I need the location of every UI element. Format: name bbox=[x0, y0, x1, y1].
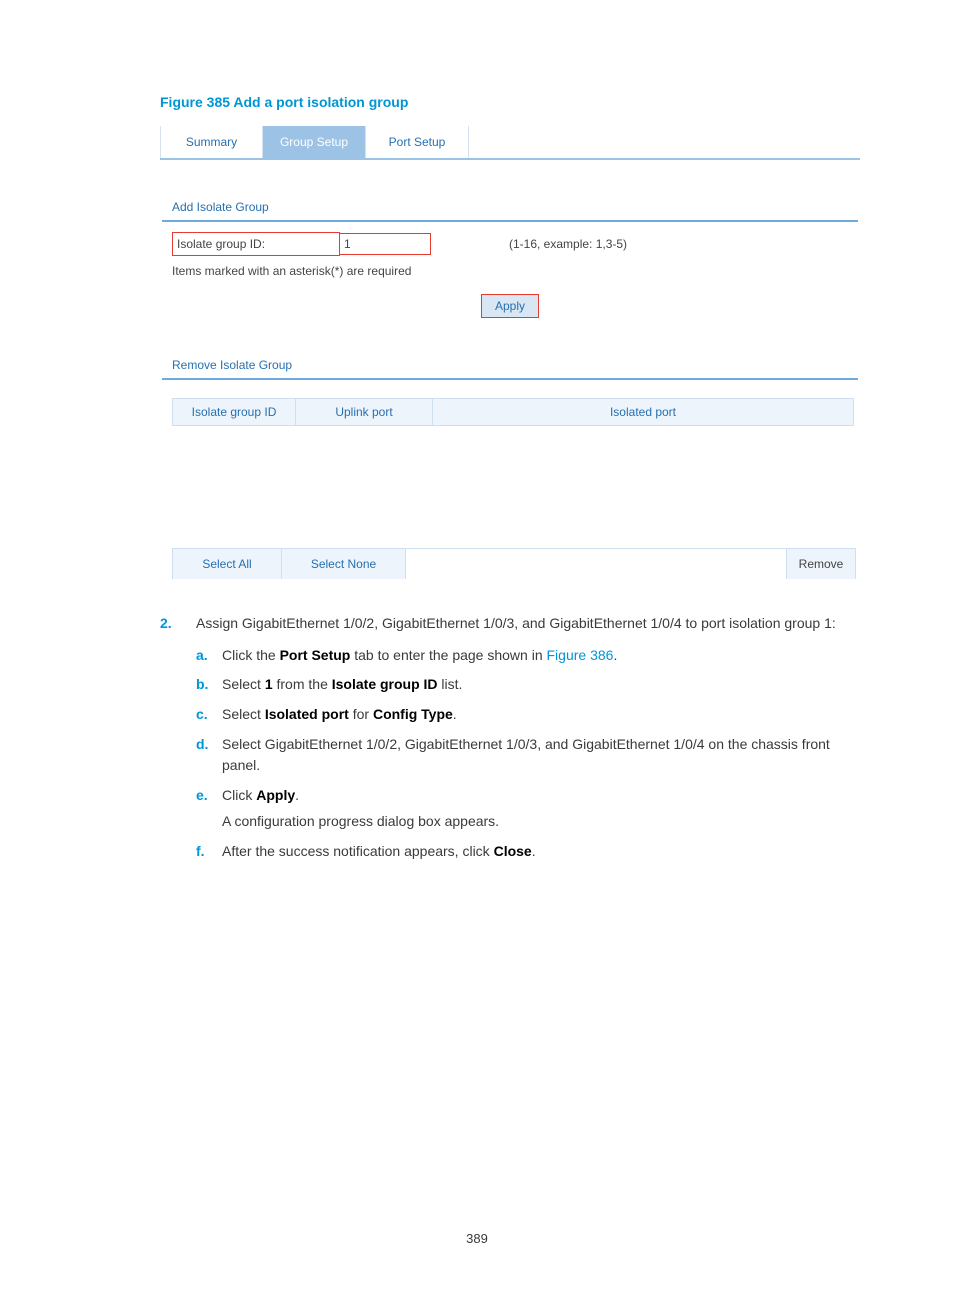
substep-f: f. After the success notification appear… bbox=[196, 841, 859, 863]
empty-row bbox=[173, 426, 854, 549]
substep-a: a. Click the Port Setup tab to enter the… bbox=[196, 645, 859, 667]
col-isolated-port[interactable]: Isolated port bbox=[433, 399, 854, 426]
substep-d: d. Select GigabitEthernet 1/0/2, Gigabit… bbox=[196, 734, 859, 777]
section-rule-2 bbox=[162, 378, 858, 380]
add-isolate-group-title: Add Isolate Group bbox=[172, 200, 860, 214]
page-number: 389 bbox=[0, 1231, 954, 1246]
substep-letter: a. bbox=[196, 645, 222, 667]
step-number: 2. bbox=[160, 613, 196, 870]
apply-button[interactable]: Apply bbox=[481, 294, 539, 318]
isolate-group-id-row: Isolate group ID: (1-16, example: 1,3-5) bbox=[172, 232, 860, 256]
isolate-group-id-input[interactable] bbox=[339, 233, 431, 255]
tab-summary[interactable]: Summary bbox=[160, 126, 263, 158]
select-none-button[interactable]: Select None bbox=[282, 549, 406, 579]
required-note: Items marked with an asterisk(*) are req… bbox=[172, 264, 860, 278]
step-2-intro: Assign GigabitEthernet 1/0/2, GigabitEth… bbox=[196, 615, 836, 631]
screenshot-panel: Summary Group Setup Port Setup Add Isola… bbox=[160, 126, 860, 579]
substep-letter: b. bbox=[196, 674, 222, 696]
instruction-steps: 2. Assign GigabitEthernet 1/0/2, Gigabit… bbox=[160, 613, 859, 870]
table-action-row: Select All Select None Remove bbox=[172, 548, 856, 579]
tab-port-setup[interactable]: Port Setup bbox=[366, 126, 469, 158]
col-isolate-group-id[interactable]: Isolate group ID bbox=[173, 399, 296, 426]
select-all-button[interactable]: Select All bbox=[172, 549, 282, 579]
isolate-group-table: Isolate group ID Uplink port Isolated po… bbox=[172, 398, 854, 548]
col-uplink-port[interactable]: Uplink port bbox=[296, 399, 433, 426]
step-2: 2. Assign GigabitEthernet 1/0/2, Gigabit… bbox=[160, 613, 859, 870]
isolate-group-id-hint: (1-16, example: 1,3-5) bbox=[509, 237, 627, 251]
substep-c: c. Select Isolated port for Config Type. bbox=[196, 704, 859, 726]
isolate-group-id-label: Isolate group ID: bbox=[172, 232, 340, 256]
substep-b: b. Select 1 from the Isolate group ID li… bbox=[196, 674, 859, 696]
tab-group-setup[interactable]: Group Setup bbox=[263, 126, 366, 158]
substep-letter: f. bbox=[196, 841, 222, 863]
remove-button[interactable]: Remove bbox=[786, 549, 856, 579]
section-rule bbox=[162, 220, 858, 222]
substep-e: e. Click Apply. A configuration progress… bbox=[196, 785, 859, 832]
tab-bar: Summary Group Setup Port Setup bbox=[160, 126, 860, 160]
remove-isolate-group-title: Remove Isolate Group bbox=[172, 358, 860, 372]
substep-letter: e. bbox=[196, 785, 222, 832]
figure-386-link[interactable]: Figure 386 bbox=[547, 647, 614, 663]
substep-letter: c. bbox=[196, 704, 222, 726]
figure-caption: Figure 385 Add a port isolation group bbox=[160, 94, 859, 110]
substep-e-note: A configuration progress dialog box appe… bbox=[222, 811, 859, 833]
substep-letter: d. bbox=[196, 734, 222, 777]
